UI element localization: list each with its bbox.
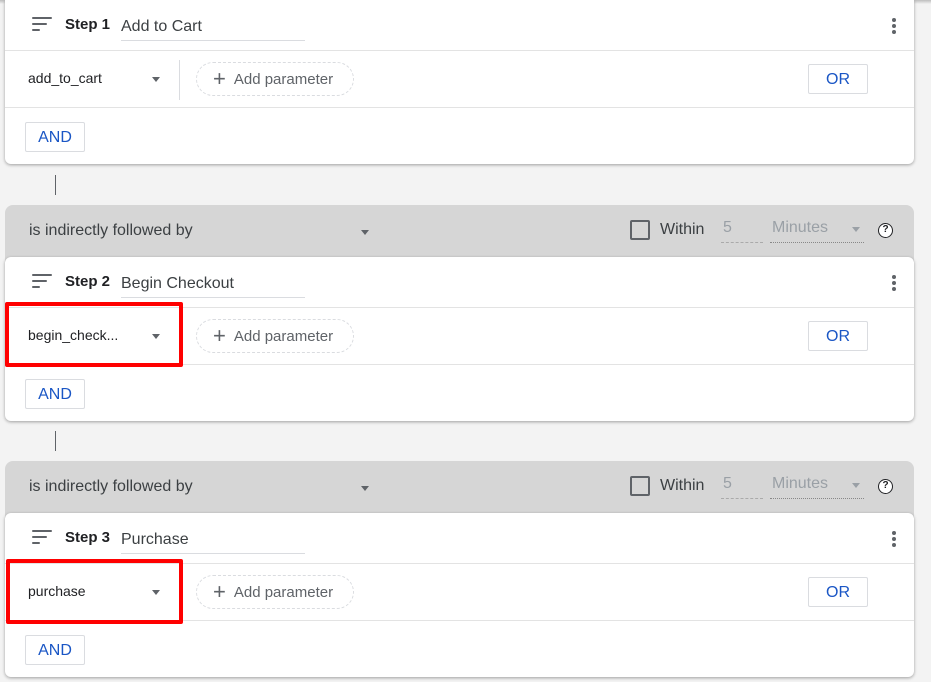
arrow-drop-down-icon [361, 230, 369, 235]
within-value-input[interactable]: 5 [721, 219, 763, 243]
more-vert-icon[interactable] [891, 531, 897, 549]
step-card-3: Step 3 purchase + Add parameter OR AND [5, 513, 914, 677]
step-name-input[interactable] [121, 527, 305, 554]
arrow-drop-down-icon [852, 483, 860, 488]
add-parameter-label: Add parameter [233, 71, 334, 88]
within-unit-value: Minutes [772, 475, 829, 492]
and-button[interactable]: AND [25, 635, 85, 665]
step-footer: AND [5, 108, 914, 164]
add-parameter-button[interactable]: + Add parameter [196, 575, 354, 609]
within-label: Within [660, 477, 705, 494]
sequence-relation-value: is indirectly followed by [29, 222, 193, 239]
step-card-2: Step 2 begin_check... +Add parameter OR … [5, 257, 914, 421]
sequence-relation-select[interactable]: is indirectly followed by [29, 222, 369, 244]
step-connector [55, 175, 56, 195]
arrow-drop-down-icon [361, 486, 369, 491]
sort-icon[interactable] [32, 274, 52, 288]
event-value: purchase [28, 583, 86, 599]
sequence-relation-select[interactable]: is indirectly followed by [29, 478, 369, 500]
event-value: begin_check... [28, 327, 119, 343]
event-row: begin_check... + Add parameter OR [5, 308, 914, 365]
within-label: Within [660, 221, 705, 238]
sequence-relation-value: is indirectly followed by [29, 478, 193, 495]
step-card-1: Step 1 add_to_cart + Add parameter OR AND [5, 0, 914, 164]
step-connector [55, 431, 56, 451]
add-parameter-button[interactable]: + Add parameter [196, 319, 354, 353]
divider [179, 60, 180, 100]
event-row: add_to_cart + Add parameter OR [5, 51, 914, 108]
or-button[interactable]: OR [808, 64, 868, 94]
within-unit-value: Minutes [772, 219, 829, 236]
add-parameter-label: Add parameter [233, 328, 334, 345]
event-value: add_to_cart [28, 70, 102, 86]
step-name-input[interactable] [121, 14, 305, 41]
event-select[interactable]: begin_check... [28, 327, 168, 349]
plus-icon: + [213, 66, 226, 91]
more-vert-icon[interactable] [891, 275, 897, 293]
arrow-drop-down-icon [152, 590, 160, 595]
arrow-drop-down-icon [152, 77, 160, 82]
step-footer: AND [5, 365, 914, 421]
sort-icon[interactable] [32, 530, 52, 544]
within-unit-select[interactable]: Minutes [770, 219, 864, 243]
step-label: Step 2 [65, 273, 111, 290]
within-checkbox[interactable] [630, 220, 650, 240]
and-button[interactable]: AND [25, 379, 85, 409]
within-checkbox[interactable] [630, 476, 650, 496]
step-name-input[interactable] [121, 271, 305, 298]
add-parameter-label: Add parameter [233, 584, 334, 601]
event-select[interactable]: add_to_cart [28, 70, 168, 92]
step-footer: AND [5, 621, 914, 677]
or-button[interactable]: OR [808, 321, 868, 351]
step-header: Step 2 [5, 257, 914, 308]
or-button[interactable]: OR [808, 577, 868, 607]
plus-icon: + [213, 579, 226, 604]
step-label: Step 3 [65, 529, 111, 546]
help-icon[interactable]: ? [878, 223, 893, 238]
more-vert-icon[interactable] [891, 18, 897, 36]
step-header: Step 1 [5, 0, 914, 51]
arrow-drop-down-icon [852, 227, 860, 232]
event-row: purchase + Add parameter OR [5, 564, 914, 621]
step-label: Step 1 [65, 16, 111, 33]
plus-icon: + [213, 323, 226, 348]
help-icon[interactable]: ? [878, 479, 893, 494]
sort-icon[interactable] [32, 17, 52, 31]
and-button[interactable]: AND [25, 122, 85, 152]
within-unit-select[interactable]: Minutes [770, 475, 864, 499]
arrow-drop-down-icon [152, 334, 160, 339]
event-select[interactable]: purchase [28, 583, 168, 605]
step-header: Step 3 [5, 513, 914, 564]
add-parameter-button[interactable]: + Add parameter [196, 62, 354, 96]
within-value-input[interactable]: 5 [721, 475, 763, 499]
